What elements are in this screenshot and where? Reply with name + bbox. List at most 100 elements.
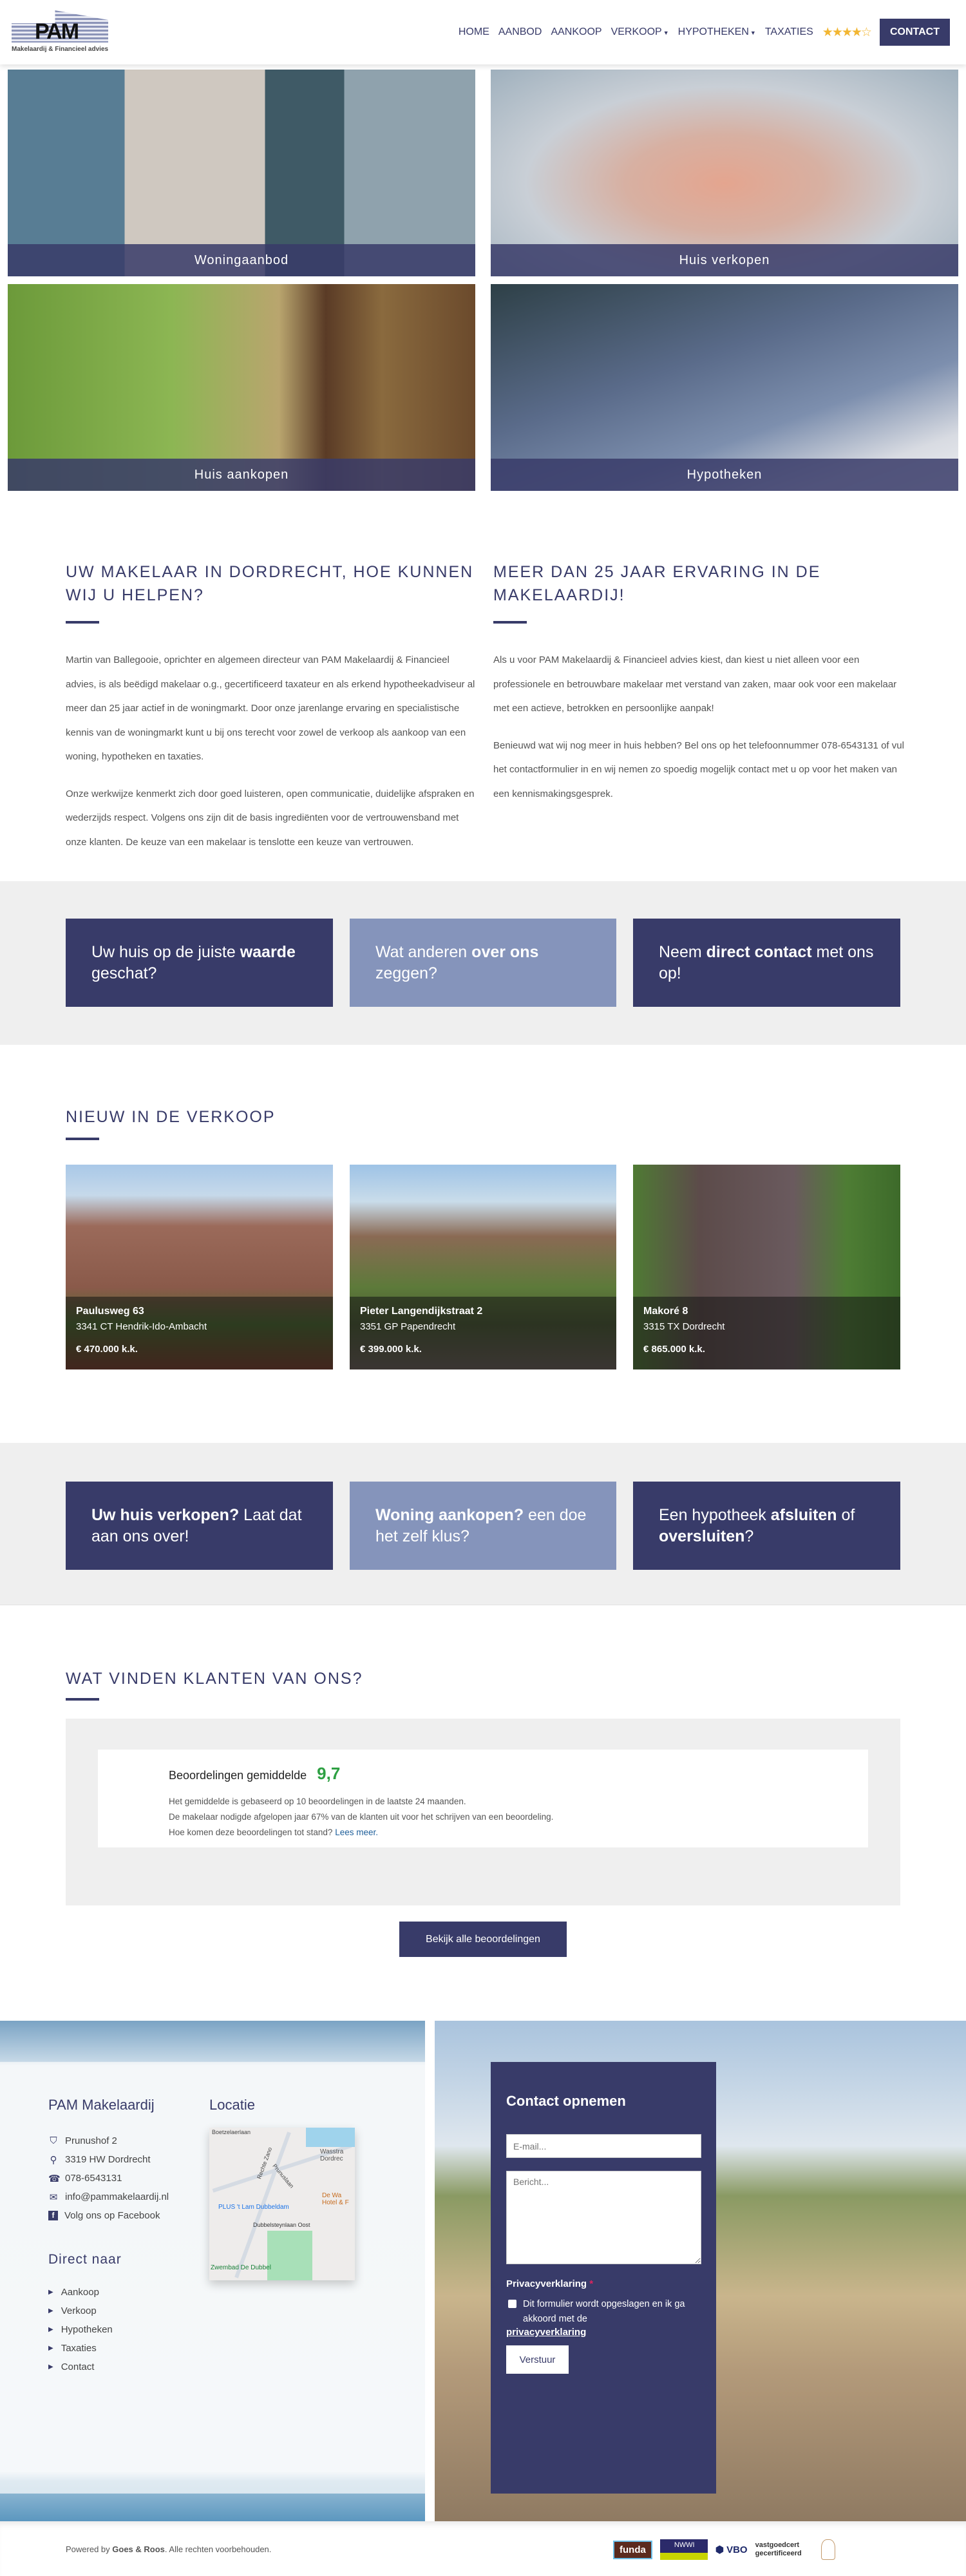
cta-waardebepaling[interactable]: Uw huis op de juiste waarde geschat?: [66, 919, 333, 1007]
submit-button[interactable]: Verstuur: [506, 2345, 569, 2374]
caret-right-icon: ▶: [48, 2345, 53, 2352]
bottom-bar: Powered by Goes & Roos. Alle rechten voo…: [0, 2521, 966, 2576]
privacy-label: Privacyverklaring: [506, 2278, 587, 2289]
paragraph: Als u voor PAM Makelaardij & Financieel …: [493, 654, 897, 714]
caret-right-icon: ▶: [48, 2307, 53, 2314]
caret-down-icon: ▼: [663, 30, 669, 36]
section-title: NIEUW IN DE VERKOOP: [66, 1108, 276, 1126]
reviews-text: Hoe komen deze beoordelingen tot stand?: [169, 1827, 336, 1837]
paragraph: Martin van Ballegooie, oprichter en alge…: [66, 654, 475, 762]
vbo-logo[interactable]: ⬢ VBO: [715, 2544, 748, 2555]
consent-checkbox[interactable]: [508, 2300, 516, 2308]
footer-contact: PAM Makelaardij ⛉ Prunushof 2 ⚲ 3319 HW Do…: [48, 2097, 169, 2376]
listing-card[interactable]: Makoré 8 3315 TX Dordrecht € 865.000 k.k.: [633, 1165, 900, 1369]
title-underline: [66, 1698, 99, 1701]
title-underline: [66, 1138, 99, 1140]
cta-verkopen[interactable]: Uw huis verkopen? Laat dat aan ons over!: [66, 1482, 333, 1570]
map-pin-icon: ⚲: [50, 2154, 57, 2166]
reviews-widget: Beoordelingen gemiddelde 9,7 Het gemiddel…: [66, 1719, 900, 1905]
nav-verkoop[interactable]: VERKOOP ▼: [611, 26, 669, 38]
reviews-text: Het gemiddelde is gebaseerd op 10 beoord…: [169, 1797, 466, 1806]
facebook-link[interactable]: f Volg ons op Facebook: [48, 2206, 169, 2225]
privacy-link[interactable]: privacyverklaring: [506, 2327, 701, 2338]
road-icon: ⛉: [50, 2135, 57, 2146]
footer-link-taxaties[interactable]: ▶ Taxaties: [48, 2339, 169, 2358]
listing-card[interactable]: Pieter Langendijkstraat 2 3351 GP Papendr…: [350, 1165, 616, 1369]
title-underline: [66, 621, 99, 624]
caret-down-icon: ▼: [750, 30, 756, 36]
footer-link-aankoop[interactable]: ▶ Aankoop: [48, 2283, 169, 2302]
intro-right: MEER DAN 25 JAAR ERVARING IN DE MAKELAAR…: [493, 560, 905, 819]
goes-roos-link[interactable]: Goes & Roos: [112, 2544, 165, 2554]
listing-info: Makoré 8 3315 TX Dordrecht € 865.000 k.k.: [633, 1297, 900, 1369]
message-field[interactable]: [506, 2171, 701, 2264]
read-more-link[interactable]: Lees meer.: [335, 1827, 378, 1837]
footer-link-verkoop[interactable]: ▶ Verkoop: [48, 2302, 169, 2320]
consent-text: Dit formulier wordt opgeslagen en ik ga …: [523, 2299, 685, 2324]
site-header: PAM Makelaardij & Financieel advies HOME…: [0, 0, 966, 64]
logo[interactable]: PAM Makelaardij & Financieel advies: [12, 10, 108, 55]
tile-label: Huis verkopen: [491, 244, 958, 276]
nav-aanbod[interactable]: AANBOD: [498, 26, 542, 38]
facebook-icon: f: [48, 2211, 58, 2220]
tile-label: Woningaanbod: [8, 244, 475, 276]
form-title: Contact opnemen: [506, 2093, 626, 2109]
intro-left: UW MAKELAAR IN DORDRECHT, HOE KUNNEN WIJ…: [66, 560, 478, 867]
reviews-card: Beoordelingen gemiddelde 9,7 Het gemiddel…: [98, 1750, 868, 1847]
address: Prunushof 2: [65, 2135, 117, 2146]
phone-icon: ☎: [48, 2173, 61, 2184]
tile-label: Hypotheken: [491, 459, 958, 491]
footer-heading: Locatie: [209, 2097, 255, 2113]
cta-aankopen[interactable]: Woning aankopen? een doe het zelf klus?: [350, 1482, 616, 1570]
listing-info: Paulusweg 63 3341 CT Hendrik-Ido-Ambacht €…: [66, 1297, 333, 1369]
cta-hypotheek[interactable]: Een hypotheek afsluiten of oversluiten?: [633, 1482, 900, 1570]
main-nav: HOME AANBOD AANKOOP VERKOOP ▼ HYPOTHEKEN ▼…: [459, 18, 966, 46]
nav-taxaties[interactable]: TAXATIES: [765, 26, 813, 38]
tophuis-logo[interactable]: tophuis: [820, 2539, 835, 2560]
footer-heading: Direct naar: [48, 2252, 122, 2267]
copyright: Powered by Goes & Roos. Alle rechten voo…: [66, 2544, 272, 2554]
paragraph: Benieuwd wat wij nog meer in huis hebben…: [493, 739, 904, 799]
email-link[interactable]: ✉ info@pammakelaardij.nl: [48, 2188, 169, 2206]
reviews-score: 9,7: [317, 1764, 341, 1783]
cta-reviews[interactable]: Wat anderen over ons zeggen?: [350, 919, 616, 1007]
section-title: MEER DAN 25 JAAR ERVARING IN DE MAKELAAR…: [493, 563, 821, 604]
cta-contact[interactable]: Neem direct contact met ons op!: [633, 919, 900, 1007]
required-marker: *: [589, 2278, 594, 2289]
tile-label: Huis aankopen: [8, 459, 475, 491]
contact-button[interactable]: CONTACT: [879, 19, 950, 46]
rating-stars-icon[interactable]: ★★★★☆: [822, 25, 872, 40]
nav-home[interactable]: HOME: [459, 26, 489, 38]
tile-huis-aankopen[interactable]: Huis aankopen: [8, 284, 475, 491]
reviews-text: De makelaar nodigde afgelopen jaar 67% v…: [169, 1812, 554, 1822]
footer-link-hypotheken[interactable]: ▶ Hypotheken: [48, 2320, 169, 2339]
all-reviews-button[interactable]: Bekijk alle beoordelingen: [399, 1922, 567, 1957]
logo-text: PAM: [35, 19, 79, 44]
tile-hypotheken[interactable]: Hypotheken: [491, 284, 958, 491]
nwwi-logo[interactable]: NWWI: [659, 2539, 708, 2560]
title-underline: [493, 621, 527, 624]
location-map[interactable]: Boetzelaerlaan Rechte Zano Prunuslaan Wa…: [209, 2128, 355, 2280]
vastgoedcert-logo[interactable]: vastgoedcert gecertificeerd: [755, 2541, 813, 2558]
footer-link-contact[interactable]: ▶ Contact: [48, 2358, 169, 2376]
listing-card[interactable]: Paulusweg 63 3341 CT Hendrik-Ido-Ambacht €…: [66, 1165, 333, 1369]
caret-right-icon: ▶: [48, 2363, 53, 2371]
nav-aankoop[interactable]: AANKOOP: [551, 26, 601, 38]
postal-city: 3319 HW Dordrecht: [65, 2154, 151, 2165]
reviews-label: Beoordelingen gemiddelde: [169, 1769, 307, 1782]
tile-woningaanbod[interactable]: Woningaanbod: [8, 70, 475, 276]
phone-link[interactable]: ☎ 078-6543131: [48, 2169, 169, 2188]
email-field[interactable]: [506, 2134, 701, 2158]
funda-logo[interactable]: funda: [613, 2540, 652, 2559]
envelope-icon: ✉: [49, 2191, 58, 2203]
caret-right-icon: ▶: [48, 2326, 53, 2333]
paragraph: Onze werkwijze kenmerkt zich door goed l…: [66, 788, 475, 848]
footer-heading: PAM Makelaardij: [48, 2097, 155, 2113]
tile-huis-verkopen[interactable]: Huis verkopen: [491, 70, 958, 276]
caret-right-icon: ▶: [48, 2289, 53, 2296]
contact-form: Contact opnemen Privacyverklaring * Dit …: [491, 2062, 716, 2494]
nav-hypotheken[interactable]: HYPOTHEKEN ▼: [678, 26, 756, 38]
partner-logos: funda NWWI ⬢ VBO vastgoedcert gecertific…: [613, 2537, 835, 2562]
listing-info: Pieter Langendijkstraat 2 3351 GP Papendr…: [350, 1297, 616, 1369]
logo-subtitle: Makelaardij & Financieel advies: [12, 46, 109, 53]
